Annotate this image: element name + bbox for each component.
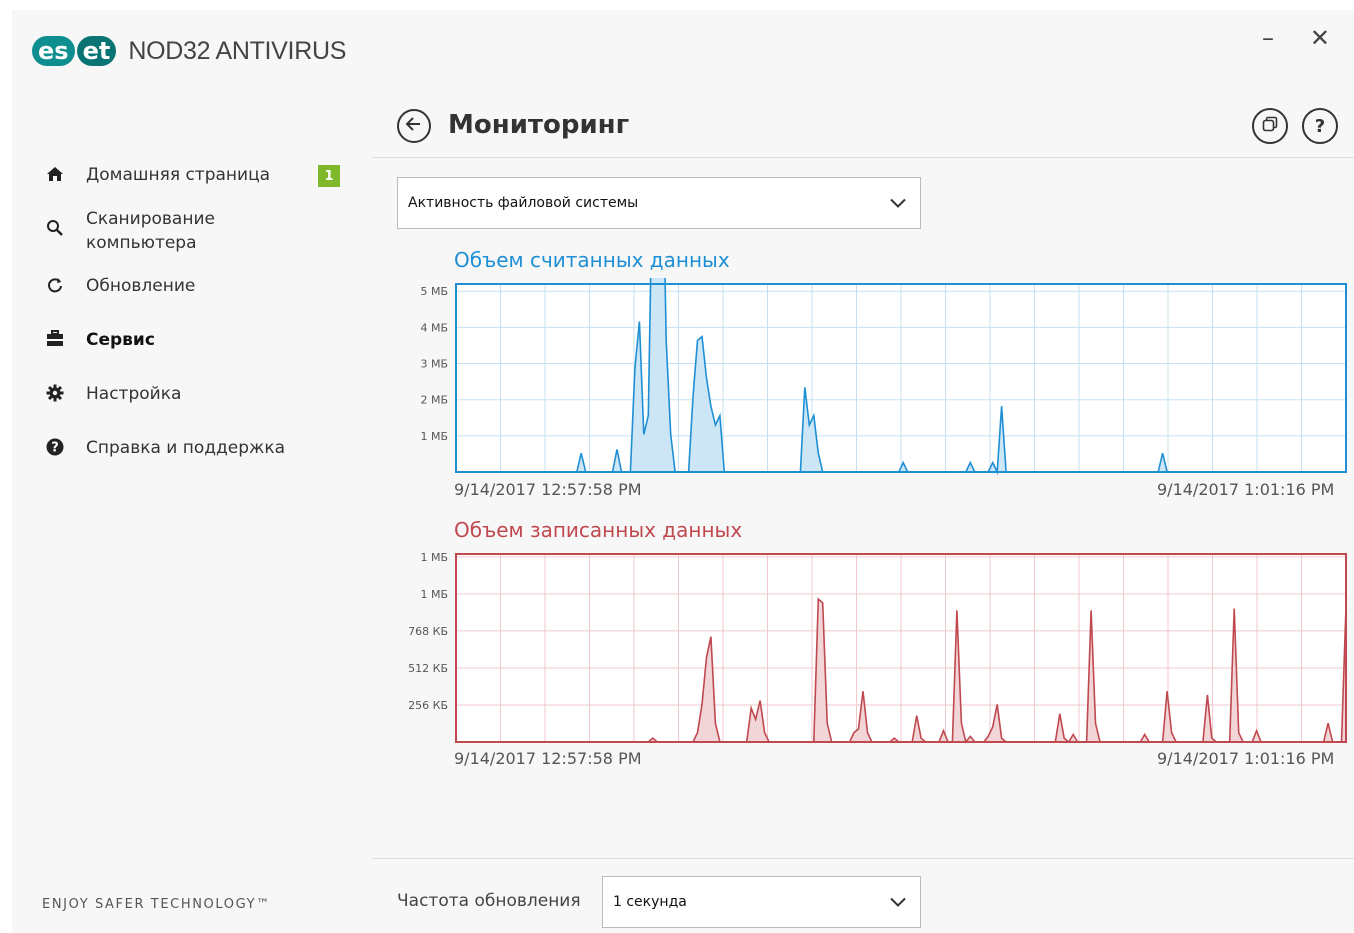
y-tick-label: 4 МБ bbox=[420, 321, 448, 334]
windows-button[interactable] bbox=[1252, 108, 1288, 144]
back-arrow-icon bbox=[405, 114, 423, 138]
sidebar-item-label: Сканирование компьютера bbox=[86, 209, 215, 253]
y-tick-label: 1 МБ bbox=[420, 588, 448, 601]
eset-logo: es et NOD32 ANTIVIRUS bbox=[32, 36, 346, 66]
chart-write-title: Объем записанных данных bbox=[454, 518, 743, 542]
svg-text:?: ? bbox=[51, 441, 59, 456]
notification-badge: 1 bbox=[318, 165, 340, 187]
home-icon bbox=[44, 163, 66, 185]
monitor-type-value: Активность файловой системы bbox=[408, 195, 639, 211]
refresh-icon bbox=[44, 274, 66, 296]
chevron-down-icon bbox=[890, 893, 906, 912]
sidebar-item-label: Обновление bbox=[86, 276, 196, 296]
sidebar-item-home[interactable]: Домашняя страница bbox=[44, 163, 270, 187]
windows-icon bbox=[1262, 116, 1278, 137]
close-button[interactable]: ✕ bbox=[1310, 24, 1330, 52]
y-tick-label: 1 МБ bbox=[420, 430, 448, 443]
chevron-down-icon bbox=[890, 194, 906, 213]
y-tick-label: 768 КБ bbox=[408, 625, 448, 638]
sidebar-item-scan[interactable]: Сканирование компьютера bbox=[44, 207, 215, 255]
sidebar-item-settings[interactable]: Настройка bbox=[44, 382, 181, 406]
product-name: NOD32 ANTIVIRUS bbox=[128, 36, 347, 65]
sidebar-item-help[interactable]: ? Справка и поддержка bbox=[44, 436, 285, 460]
sidebar-item-label: Настройка bbox=[86, 384, 182, 404]
chart-write: 1 МБ 1 МБ 768 КБ 512 КБ 256 КБ bbox=[408, 551, 1347, 744]
eset-logo-badge: es et bbox=[32, 36, 117, 66]
header-divider bbox=[372, 157, 1354, 158]
chart-read-title: Объем считанных данных bbox=[454, 248, 730, 272]
refresh-rate-value: 1 секунда bbox=[613, 894, 687, 910]
search-icon bbox=[44, 217, 66, 239]
footer-divider bbox=[372, 858, 1354, 859]
chart-write-x-start: 9/14/2017 12:57:58 PM bbox=[454, 749, 642, 768]
y-tick-label: 3 МБ bbox=[420, 358, 448, 371]
y-tick-label: 5 МБ bbox=[420, 285, 448, 298]
y-tick-label: 2 МБ bbox=[420, 394, 448, 407]
sidebar-item-label: Домашняя страница bbox=[86, 165, 271, 185]
help-button[interactable]: ? bbox=[1302, 108, 1338, 144]
help-icon: ? bbox=[44, 436, 66, 458]
sidebar-item-update[interactable]: Обновление bbox=[44, 274, 195, 298]
logo-et: et bbox=[76, 36, 117, 66]
refresh-rate-select[interactable]: 1 секунда bbox=[602, 876, 921, 928]
logo-es: es bbox=[32, 36, 75, 66]
sidebar-item-label: Справка и поддержка bbox=[86, 438, 286, 458]
chart-write-x-end: 9/14/2017 1:01:16 PM bbox=[1157, 749, 1335, 768]
toolbox-icon bbox=[44, 328, 66, 350]
sidebar-item-service[interactable]: Сервис bbox=[44, 328, 155, 352]
chart-read-x-start: 9/14/2017 12:57:58 PM bbox=[454, 480, 642, 499]
y-tick-label: 256 КБ bbox=[408, 699, 448, 712]
app-window: es et NOD32 ANTIVIRUS – ✕ Домашняя страни… bbox=[12, 10, 1354, 933]
y-tick-label: 1 МБ bbox=[420, 551, 448, 564]
question-icon: ? bbox=[1314, 115, 1326, 137]
chart-read-x-end: 9/14/2017 1:01:16 PM bbox=[1157, 480, 1335, 499]
monitor-type-select[interactable]: Активность файловой системы bbox=[397, 177, 921, 229]
y-tick-label: 512 КБ bbox=[408, 662, 448, 675]
gear-icon bbox=[44, 382, 66, 404]
refresh-rate-label: Частота обновления bbox=[397, 891, 581, 911]
page-title: Мониторинг bbox=[448, 110, 630, 140]
chart-read: 5 МБ 4 МБ 3 МБ 2 МБ 1 МБ bbox=[420, 278, 1347, 476]
minimize-button[interactable]: – bbox=[1262, 24, 1274, 52]
back-button[interactable] bbox=[397, 109, 431, 143]
tagline: ENJOY SAFER TECHNOLOGY™ bbox=[42, 897, 271, 912]
sidebar-item-label: Сервис bbox=[86, 330, 155, 350]
